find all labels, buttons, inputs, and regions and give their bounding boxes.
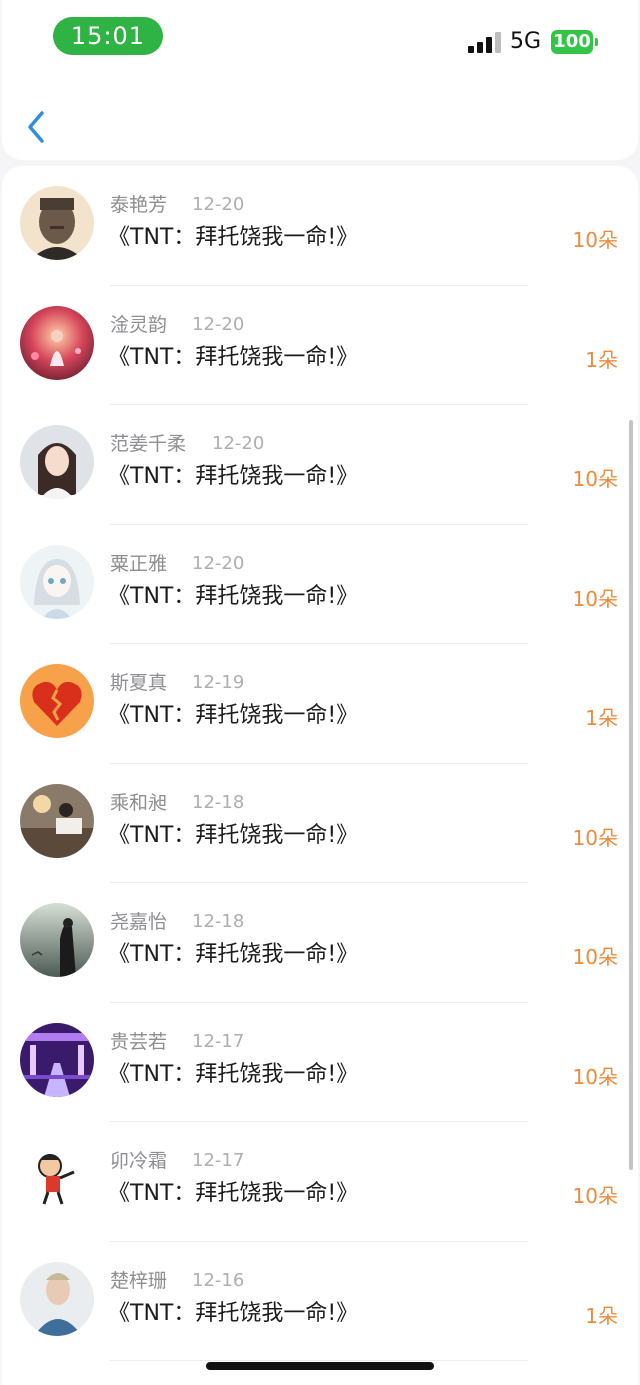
- item-date: 12-18: [192, 911, 245, 932]
- book-title: 《TNT：拜托饶我一命!》: [108, 583, 359, 609]
- status-time: 15:01: [53, 17, 163, 55]
- flower-count: 10朵: [572, 1184, 618, 1208]
- item-date: 12-18: [192, 791, 245, 813]
- flower-count: 10朵: [572, 1064, 618, 1089]
- list-item[interactable]: 尧嘉怡 12-18 《TNT：拜托饶我一命!》 10朵: [2, 883, 638, 1003]
- user-name: 贵芸若: [110, 1030, 168, 1053]
- user-name: 卯冷霜: [110, 1150, 168, 1172]
- divider: [110, 1360, 528, 1361]
- cellular-signal-icon: [468, 31, 502, 53]
- flower-count: 1朵: [585, 1303, 618, 1328]
- avatar: [20, 186, 94, 260]
- item-date: 12-17: [192, 1150, 245, 1171]
- item-date: 12-20: [192, 194, 245, 215]
- list-item[interactable]: 粟正雅 12-20 《TNT：拜托饶我一命!》 10朵: [2, 525, 638, 644]
- user-name: 楚梓珊: [110, 1269, 168, 1292]
- network-type: 5G: [510, 29, 542, 54]
- avatar: [20, 1261, 94, 1336]
- user-name: 粟正雅: [110, 552, 168, 575]
- user-name: 淦灵韵: [110, 313, 168, 336]
- book-title: 《TNT：拜托饶我一命!》: [108, 1061, 359, 1087]
- item-date: 12-20: [192, 313, 245, 335]
- list-item[interactable]: 斯夏真 12-19 《TNT：拜托饶我一命!》 1朵: [2, 644, 638, 764]
- home-indicator[interactable]: [206, 1362, 434, 1370]
- book-title: 《TNT：拜托饶我一命!》: [108, 942, 359, 967]
- book-title: 《TNT：拜托饶我一命!》: [108, 464, 359, 489]
- item-date: 12-17: [192, 1030, 245, 1052]
- chevron-left-icon: [28, 111, 44, 143]
- user-name: 范姜千柔: [110, 433, 187, 455]
- avatar: [20, 425, 94, 499]
- book-title: 《TNT：拜托饶我一命!》: [108, 225, 359, 250]
- battery-icon: 100: [551, 30, 593, 54]
- list-item[interactable]: 淦灵韵 12-20 《TNT：拜托饶我一命!》 1朵: [2, 286, 638, 405]
- item-date: 12-20: [212, 433, 265, 454]
- list-item[interactable]: 乘和昶 12-18 《TNT：拜托饶我一命!》 10朵: [2, 764, 638, 883]
- avatar: [20, 305, 94, 380]
- book-title: 《TNT：拜托饶我一命!》: [108, 344, 359, 370]
- avatar: [20, 664, 94, 738]
- battery-tip: [595, 38, 598, 46]
- scrollbar[interactable]: [629, 420, 633, 1170]
- flower-count: 1朵: [585, 706, 618, 730]
- book-title: 《TNT：拜托饶我一命!》: [108, 1300, 359, 1326]
- user-name: 尧嘉怡: [110, 911, 168, 933]
- flower-count: 10朵: [572, 467, 618, 491]
- list-item[interactable]: 楚梓珊 12-16 《TNT：拜托饶我一命!》 1朵: [2, 1242, 638, 1361]
- flower-count: 1朵: [585, 347, 618, 372]
- book-title: 《TNT：拜托饶我一命!》: [108, 822, 359, 848]
- list-item[interactable]: 泰艳芳 12-20 《TNT：拜托饶我一命!》 10朵: [2, 166, 638, 286]
- flower-count: 10朵: [572, 945, 618, 969]
- user-name: 泰艳芳: [110, 194, 168, 216]
- avatar: [20, 903, 94, 977]
- flower-count: 10朵: [572, 586, 618, 611]
- gift-list: 泰艳芳 12-20 《TNT：拜托饶我一命!》 10朵 淦灵韵 12-20 《T…: [2, 166, 638, 1385]
- user-name: 乘和昶: [110, 791, 168, 814]
- status-bar: 15:01 5G 100: [0, 0, 640, 80]
- user-name: 斯夏真: [110, 672, 168, 694]
- avatar: [20, 783, 94, 858]
- screen: 15:01 5G 100 泰艳芳 12-20 《TNT：拜托饶我一命!》 10朵…: [0, 0, 640, 1385]
- avatar: [20, 544, 94, 619]
- book-title: 《TNT：拜托饶我一命!》: [108, 1181, 359, 1206]
- item-date: 12-16: [192, 1269, 245, 1291]
- book-title: 《TNT：拜托饶我一命!》: [108, 703, 359, 728]
- flower-count: 10朵: [572, 228, 618, 252]
- item-date: 12-20: [192, 552, 245, 574]
- item-date: 12-19: [192, 672, 245, 693]
- list-item[interactable]: 卯冷霜 12-17 《TNT：拜托饶我一命!》 10朵: [2, 1122, 638, 1242]
- list-item[interactable]: 范姜千柔 12-20 《TNT：拜托饶我一命!》 10朵: [2, 405, 638, 525]
- avatar: [20, 1142, 94, 1216]
- back-button[interactable]: [18, 105, 54, 149]
- avatar: [20, 1022, 94, 1097]
- list-item[interactable]: 贵芸若 12-17 《TNT：拜托饶我一命!》 10朵: [2, 1003, 638, 1122]
- flower-count: 10朵: [572, 825, 618, 850]
